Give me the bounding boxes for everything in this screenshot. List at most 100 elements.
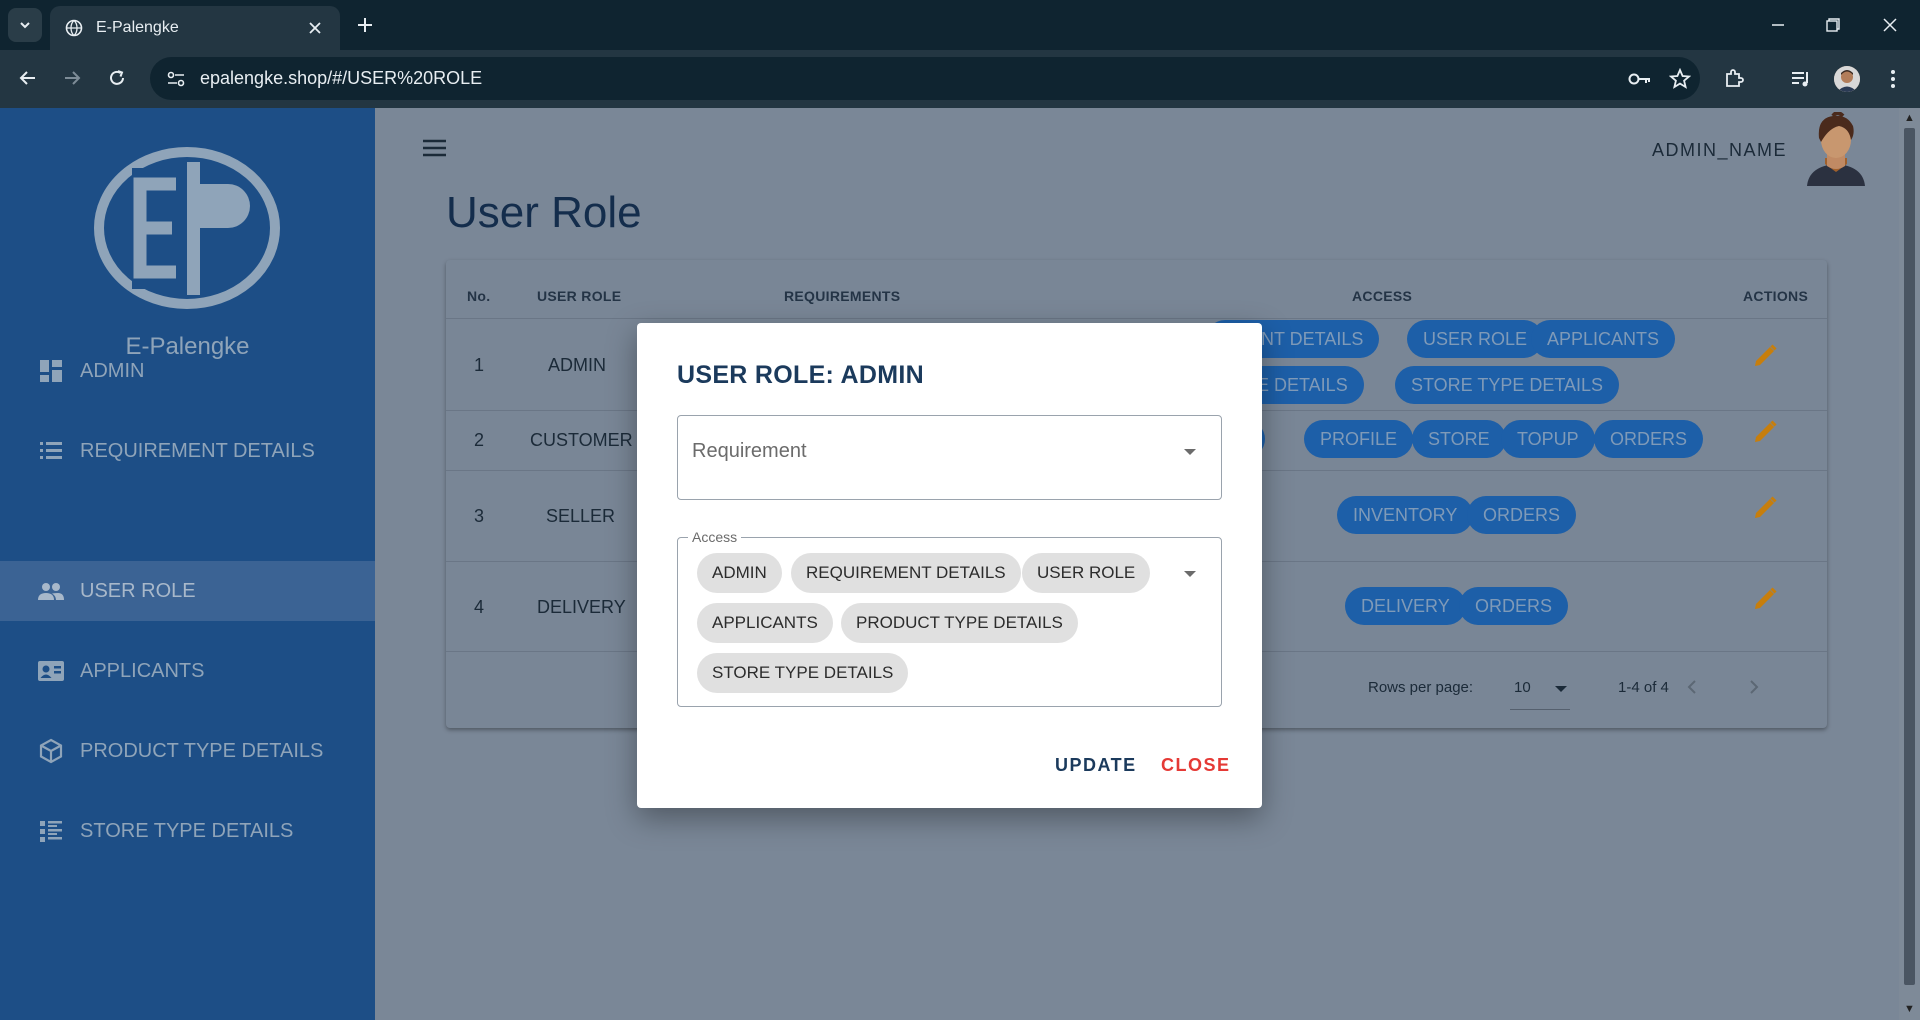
id-card-icon: [36, 656, 66, 686]
close-tab-icon[interactable]: [304, 17, 326, 39]
puzzle-icon: [1726, 69, 1744, 87]
access-chip[interactable]: USER ROLE: [1022, 553, 1151, 593]
prev-page-button[interactable]: [1678, 673, 1706, 701]
caret-down-icon[interactable]: [1183, 570, 1197, 578]
pencil-icon[interactable]: [1751, 494, 1779, 522]
pencil-icon[interactable]: [1751, 418, 1779, 446]
back-button[interactable]: [12, 62, 44, 94]
url-text[interactable]: epalengke.shop/#/USER%20ROLE: [200, 68, 1620, 89]
close-button[interactable]: CLOSE: [1161, 755, 1231, 776]
column-header-requirements: REQUIREMENTS: [784, 288, 901, 304]
profile-button[interactable]: [1831, 63, 1863, 95]
access-chip: PROFILE: [1304, 420, 1414, 458]
menu-icon[interactable]: [421, 136, 449, 160]
chevron-down-icon: [20, 22, 30, 29]
column-header-no: No.: [467, 288, 491, 304]
access-chip: ORDERS: [1594, 420, 1704, 458]
minimize-button[interactable]: [1762, 10, 1794, 40]
sidebar-item-label: USER ROLE: [80, 579, 196, 602]
scroll-down-icon[interactable]: ▼: [1903, 1003, 1916, 1016]
column-header-access: ACCESS: [1352, 288, 1413, 304]
scroll-up-icon[interactable]: ▲: [1903, 112, 1916, 125]
browser-tab[interactable]: E-Palengke: [50, 6, 340, 50]
playlist-icon: [1792, 72, 1808, 87]
requirement-select[interactable]: Requirement: [677, 415, 1222, 500]
key-icon[interactable]: [1620, 57, 1660, 100]
access-chip[interactable]: ADMIN: [697, 553, 782, 593]
sidebar-item-label: APPLICANTS: [80, 659, 205, 682]
close-icon: [1883, 18, 1897, 32]
access-chip: STORE TYPE DETAILS: [1395, 366, 1620, 404]
sidebar-item-applicants[interactable]: APPLICANTS: [0, 641, 375, 701]
sidebar-item-admin[interactable]: ADMIN: [0, 341, 375, 401]
star-icon[interactable]: [1660, 57, 1700, 100]
rows-per-page-select[interactable]: 10: [1514, 679, 1531, 696]
reload-icon: [110, 70, 124, 85]
site-info-icon[interactable]: [154, 57, 198, 100]
sidebar-item-product-type-details[interactable]: PRODUCT TYPE DETAILS: [0, 721, 375, 781]
sidebar-item-user-role[interactable]: USER ROLE: [0, 561, 375, 621]
table-cell-no: 3: [474, 506, 485, 526]
chevron-right-icon: [1750, 680, 1759, 694]
page-scrollbar[interactable]: ▲ ▼: [1899, 108, 1920, 1020]
access-chip: ORDERS: [1467, 496, 1577, 534]
scroll-thumb[interactable]: [1904, 128, 1915, 985]
reload-button[interactable]: [101, 62, 133, 94]
sidebar-item-store-type-details[interactable]: STORE TYPE DETAILS: [0, 801, 375, 861]
list-icon: [36, 436, 66, 466]
access-chip[interactable]: STORE TYPE DETAILS: [697, 653, 909, 693]
sidebar: E-Palengke ADMIN REQUIREMENT DETAILS USE…: [0, 108, 375, 1020]
table-cell-role: ADMIN: [548, 355, 606, 375]
pencil-icon[interactable]: [1751, 342, 1779, 370]
table-cell-no: 1: [474, 355, 485, 375]
rows-per-page-label: Rows per page:: [1368, 679, 1474, 696]
access-chip: DELIVERY: [1345, 587, 1466, 625]
table-cell-role: DELIVERY: [537, 597, 626, 617]
sidebar-item-label: PRODUCT TYPE DETAILS: [80, 739, 324, 762]
address-bar[interactable]: epalengke.shop/#/USER%20ROLE: [150, 57, 1700, 100]
avatar: [1834, 66, 1860, 92]
table-cell-role: CUSTOMER: [530, 430, 633, 450]
column-header-user-role: USER ROLE: [537, 288, 622, 304]
forward-button[interactable]: [56, 62, 88, 94]
pagination-range: 1-4 of 4: [1618, 679, 1669, 696]
restore-button[interactable]: [1817, 10, 1849, 40]
tab-title: E-Palengke: [96, 19, 179, 36]
caret-down-icon[interactable]: [1554, 685, 1568, 693]
new-tab-button[interactable]: [352, 12, 378, 38]
arrow-left-icon: [19, 71, 35, 85]
cube-icon: [36, 736, 66, 766]
people-icon: [36, 576, 66, 606]
browser-tab-bar: E-Palengke: [0, 0, 1920, 50]
close-window-button[interactable]: [1874, 10, 1906, 40]
requirement-placeholder: Requirement: [692, 440, 807, 462]
access-select[interactable]: Access ADMIN REQUIREMENT DETAILS USER RO…: [677, 529, 1222, 707]
access-chip[interactable]: APPLICANTS: [697, 603, 833, 643]
next-page-button[interactable]: [1740, 673, 1768, 701]
table-cell-role: SELLER: [546, 506, 616, 526]
tab-search-button[interactable]: [8, 8, 42, 42]
media-control-button[interactable]: [1785, 63, 1817, 95]
globe-icon: [64, 18, 84, 38]
caret-down-icon[interactable]: [1183, 448, 1197, 456]
update-button[interactable]: UPDATE: [1055, 755, 1137, 776]
access-chip: APPLICANTS: [1531, 320, 1676, 358]
access-chip[interactable]: REQUIREMENT DETAILS: [791, 553, 1021, 593]
extensions-button[interactable]: [1718, 63, 1750, 95]
pencil-icon[interactable]: [1751, 585, 1779, 613]
dashboard-icon: [36, 356, 66, 386]
admin-avatar[interactable]: [1803, 112, 1869, 186]
plus-icon: [358, 18, 372, 32]
access-chip: TOPUP: [1501, 420, 1595, 458]
access-chip: USER ROLE: [1407, 320, 1544, 358]
access-chip: STORE: [1412, 420, 1506, 458]
access-chip[interactable]: PRODUCT TYPE DETAILS: [841, 603, 1078, 643]
table-cell-no: 4: [474, 597, 485, 617]
restore-icon: [1826, 18, 1840, 32]
sidebar-item-requirement-details[interactable]: REQUIREMENT DETAILS: [0, 421, 375, 481]
chevron-left-icon: [1687, 680, 1696, 694]
browser-menu-button[interactable]: [1877, 63, 1909, 95]
epalengke-logo: [94, 147, 280, 309]
divider: [446, 318, 1827, 319]
edit-user-role-dialog: USER ROLE: ADMIN Requirement Access ADMI…: [637, 323, 1262, 808]
